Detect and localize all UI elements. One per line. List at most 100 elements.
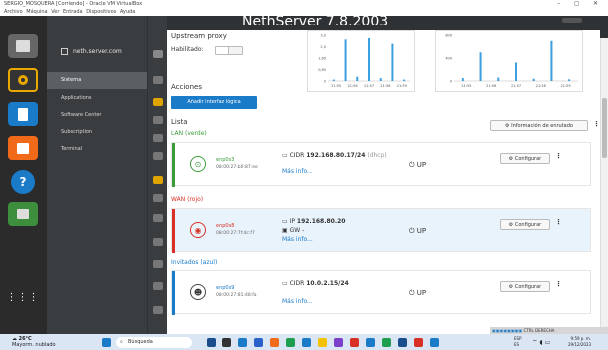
app-icon[interactable] [414, 338, 423, 347]
windows-start-icon[interactable] [102, 338, 111, 347]
y-tick-label: 2,0 [320, 45, 326, 49]
window-title: SERGIO_MOSQUERA [Corriendo] - Oracle VM … [4, 1, 143, 7]
link-status: ⏻ UP [409, 161, 427, 169]
document-icon[interactable] [8, 102, 38, 126]
traffic-chart-1-svg: 3,0 2,0 1,60 0,80 0 21:55 21:56 21:57 21:58 21:59 [318, 34, 410, 88]
nav-item-applications[interactable]: Applications [47, 90, 147, 107]
x-tick-label: 21:56 [348, 84, 358, 88]
more-info-link[interactable]: Más info... [282, 168, 313, 175]
app-title: NethServer 7.8.2003 [242, 16, 389, 25]
plug-icon: ⏻ [409, 289, 417, 297]
terminal-icon[interactable] [153, 260, 163, 268]
wifi-volume-icons[interactable]: ⌔ ◖ ▭ [532, 338, 550, 346]
app-icon[interactable] [398, 338, 407, 347]
app-icon[interactable] [302, 338, 311, 347]
proxy-enabled-toggle[interactable] [215, 46, 243, 55]
monitor-icon: ▭ [282, 152, 290, 159]
app-grid-icon[interactable]: ⋮⋮⋮ [7, 286, 39, 310]
shopping-bag-icon[interactable] [8, 136, 38, 160]
shield-icon[interactable] [153, 214, 163, 222]
nav-sidebar: neth.server.com Sistema Applications Sof… [47, 16, 147, 334]
y-tick-label: 3,0 [320, 34, 326, 38]
interface-card-wan: ◉ enp0s8 08:00:27:7f:dc:f7 ▭ IP 192.168.… [171, 208, 591, 253]
menu-bar[interactable]: Archivo Máquina Ver Entrada Dispositivos… [0, 8, 608, 16]
app-icon[interactable] [222, 338, 231, 347]
x-tick-label: 21:59 [561, 84, 571, 88]
store-icon[interactable] [254, 338, 263, 347]
traffic-bar [368, 37, 370, 81]
plug-icon: ⏻ [409, 161, 417, 169]
configure-button[interactable]: ⚙ Configurar [500, 153, 550, 164]
vm-screen: ? ⋮⋮⋮ neth.server.com Sistema Applicatio… [0, 16, 608, 334]
traffic-bar [332, 79, 335, 81]
nav-item-software-center[interactable]: Software Center [47, 107, 147, 124]
users-icon[interactable] [153, 134, 163, 142]
traffic-bar [356, 76, 359, 81]
storage-icon[interactable] [153, 116, 163, 124]
chrome-icon[interactable] [286, 338, 295, 347]
backup-icon[interactable] [153, 194, 163, 202]
server-name: neth.server.com [47, 38, 147, 66]
user-menu[interactable] [562, 18, 582, 23]
more-info-link[interactable]: Más info... [282, 236, 313, 243]
traffic-bar [391, 43, 394, 81]
routing-info-button[interactable]: ⚙ Información de enrutado [490, 120, 588, 131]
system-clock[interactable]: 9:59 p. m. 29/12/2023 [568, 336, 591, 348]
key-icon[interactable] [153, 238, 163, 246]
nav-item-terminal[interactable]: Terminal [47, 141, 147, 158]
x-tick-label: 21:57 [511, 84, 521, 88]
window-titlebar: SERGIO_MOSQUERA [Corriendo] - Oracle VM … [0, 0, 608, 8]
list-icon[interactable] [153, 50, 163, 58]
server-icon [61, 48, 68, 55]
x-tick-label: 21:58 [536, 84, 546, 88]
vm-status-icons[interactable]: ▣▣▣▣▣▣▣▣ CTRL DERECHA [490, 327, 608, 334]
proxy-heading: Upstream proxy [171, 32, 227, 40]
app-icon[interactable] [318, 338, 327, 347]
traffic-bar [379, 78, 382, 81]
x-tick-label: 21:58 [380, 84, 390, 88]
more-info-link[interactable]: Más info... [282, 298, 313, 305]
app-icon[interactable] [366, 338, 375, 347]
list-kebab-icon[interactable]: ⋮ [593, 120, 600, 128]
power-icon[interactable] [153, 306, 163, 314]
configure-button[interactable]: ⚙ Configurar [500, 281, 550, 292]
lock-icon[interactable] [153, 282, 163, 290]
radio-icon[interactable] [8, 68, 38, 92]
interface-card-guests: ☻ enp0s9 08:00:27:81:48:fa ▭ CIDR 10.0.2… [171, 270, 591, 315]
help-icon[interactable]: ? [11, 170, 35, 194]
edge-icon[interactable] [238, 338, 247, 347]
card-kebab-icon[interactable]: ⋮ [555, 152, 562, 160]
window-controls[interactable]: – ◻ ✕ [557, 0, 604, 8]
virtualbox-icon[interactable] [430, 338, 439, 347]
card-kebab-icon[interactable]: ⋮ [555, 218, 562, 226]
y-tick-label: 800 [445, 34, 452, 38]
app-icon[interactable] [382, 338, 391, 347]
nav-item-subscription[interactable]: Subscription [47, 124, 147, 141]
zone-stripe [172, 271, 175, 315]
taskview-icon[interactable] [207, 338, 216, 347]
language-indicator[interactable]: ESP ES [514, 336, 521, 348]
x-tick-label: 21:56 [486, 84, 496, 88]
app-icon[interactable] [334, 338, 343, 347]
x-tick-label: 21:59 [397, 84, 407, 88]
card-kebab-icon[interactable]: ⋮ [555, 280, 562, 288]
configure-button[interactable]: ⚙ Configurar [500, 219, 550, 230]
app-icon[interactable] [270, 338, 279, 347]
page-scrollbar[interactable] [600, 38, 608, 334]
traffic-bar [497, 77, 500, 81]
taskbar-search[interactable]: ⌕ Búsqueda [116, 337, 192, 348]
nav-item-sistema[interactable]: Sistema [47, 72, 147, 89]
link-status: ⏻ UP [409, 227, 427, 235]
recycle-icon[interactable] [8, 202, 38, 226]
device-name: enp0s8 [216, 223, 235, 229]
settings-icon[interactable] [153, 152, 163, 160]
folder-icon[interactable] [153, 176, 163, 184]
dashboard-icon[interactable] [153, 76, 163, 84]
traffic-bar [515, 62, 517, 81]
add-logical-interface-button[interactable]: Añadir interfaz lógica [171, 96, 257, 109]
window-icon[interactable] [8, 34, 38, 58]
weather-widget[interactable]: ☁ 26°C Mayorm. nublado [12, 336, 56, 348]
app-icon[interactable] [350, 338, 359, 347]
address-line: ▭ CIDR 192.168.80.17/24 (dhcp) [282, 152, 387, 159]
network-icon[interactable] [153, 98, 163, 106]
